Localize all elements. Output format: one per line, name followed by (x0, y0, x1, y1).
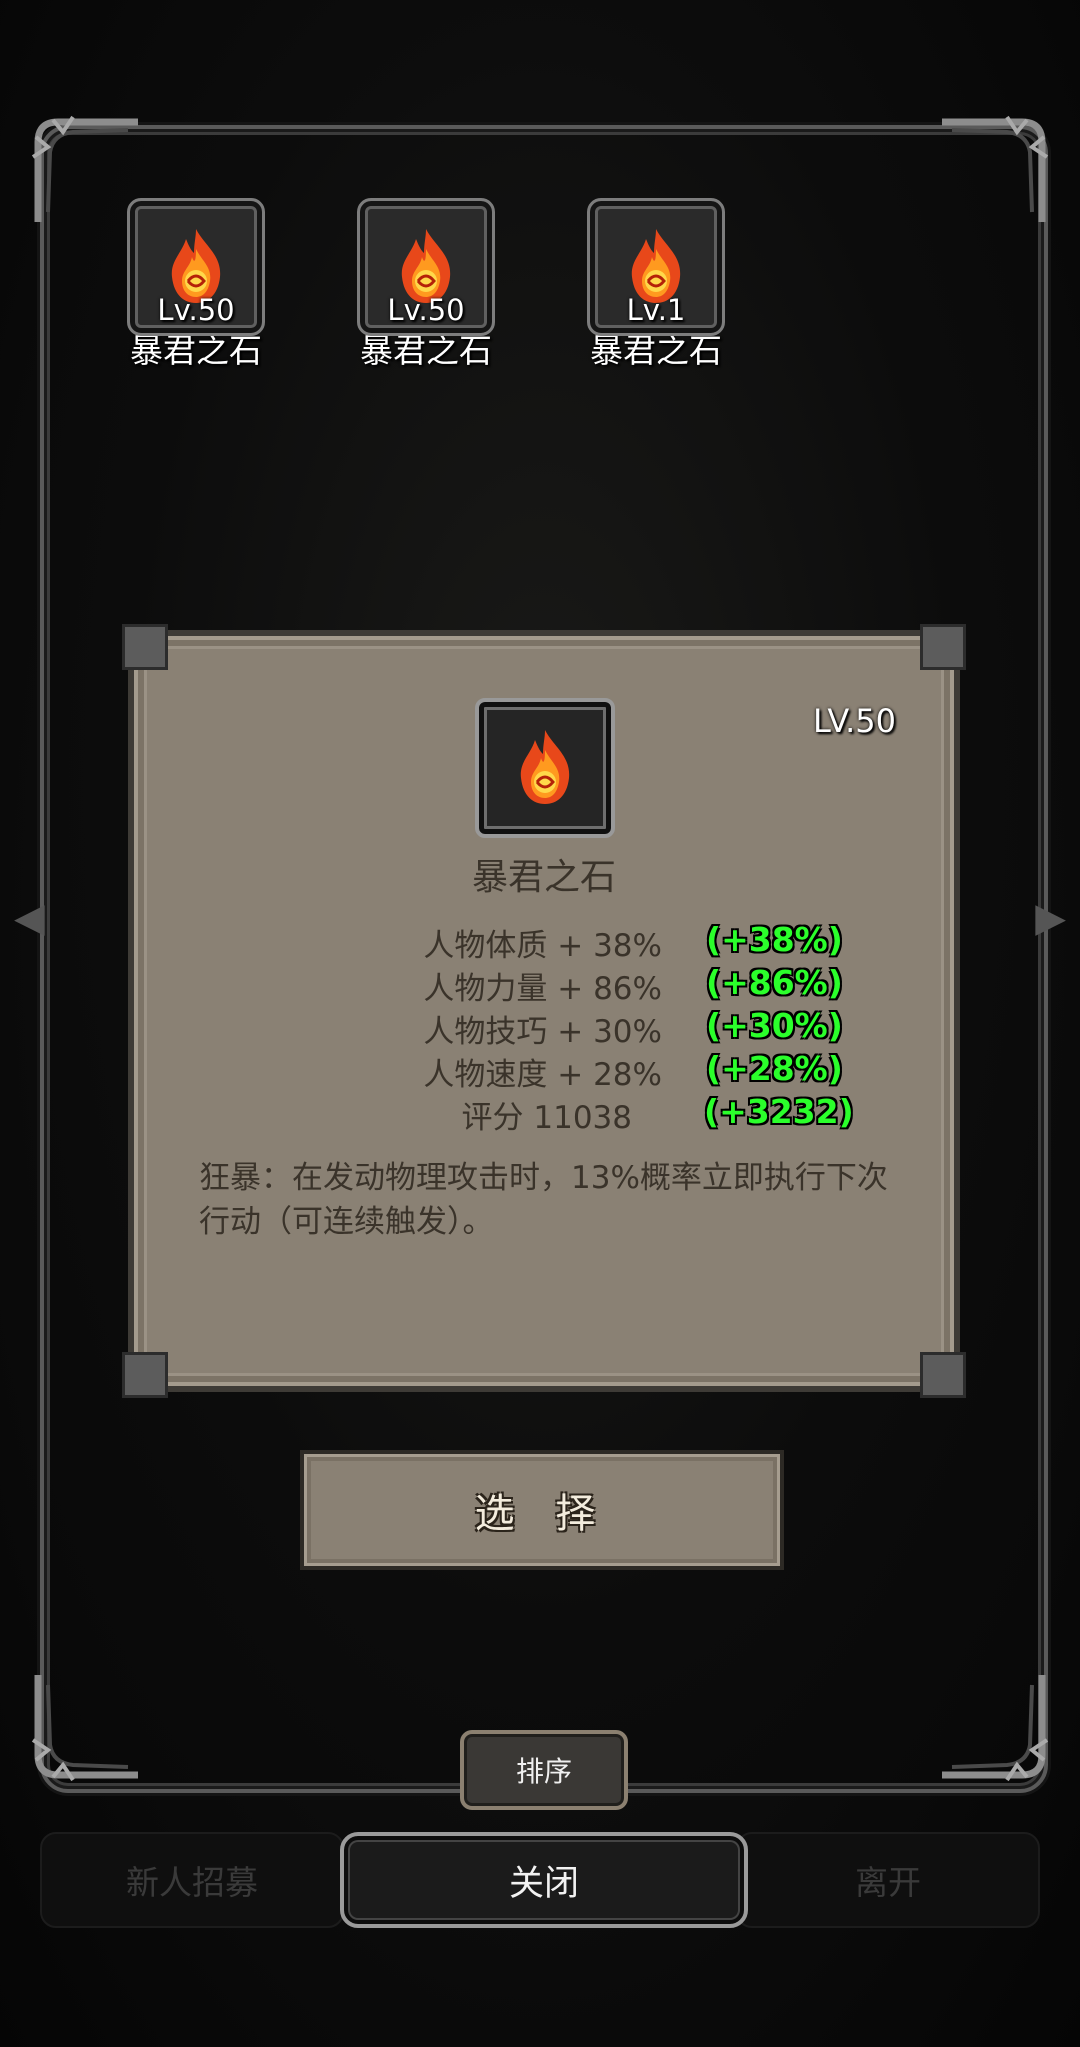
detail-level: LV.50 (813, 702, 896, 740)
item-slot-frame: Lv.50 (357, 198, 495, 336)
stat-label: 人物技巧 + 30% (423, 1014, 662, 1050)
frame-corner-ornament (28, 1665, 148, 1785)
stat-row: 人物力量 + 86% (+86%) (134, 963, 954, 1007)
close-button-label: 关闭 (508, 1863, 579, 1904)
score-label: 评分 11038 (461, 1100, 632, 1136)
chevron-right-icon[interactable]: ▶ (1035, 895, 1066, 941)
bottom-bar: 新人招募 离开 关闭 (40, 1832, 1040, 1928)
sort-button-label: 排序 (515, 1755, 572, 1788)
stat-row: 评分 11038 (+3232) (134, 1092, 954, 1136)
sort-button[interactable]: 排序 (460, 1730, 628, 1810)
frame-corner-ornament (932, 112, 1052, 232)
item-slot-frame: Lv.1 (587, 198, 725, 336)
stat-list: 人物体质 + 38% (+38%) 人物力量 + 86% (+86%) 人物技巧… (134, 920, 954, 1136)
detail-item-name: 暴君之石 (471, 857, 616, 898)
select-button[interactable]: 选 择 (300, 1450, 784, 1570)
item-slot[interactable]: Lv.50 暴君之石 (356, 198, 496, 372)
stat-row: 人物体质 + 38% (+38%) (134, 920, 954, 964)
panel-corner (122, 1352, 168, 1398)
item-level: Lv.50 (157, 293, 235, 327)
item-level: Lv.1 (626, 293, 686, 327)
stat-row: 人物速度 + 28% (+28%) (134, 1049, 954, 1093)
score-bonus: (+3232) (704, 1092, 854, 1131)
close-button[interactable]: 关闭 (340, 1832, 748, 1928)
select-button-label: 选 择 (474, 1491, 610, 1537)
stat-bonus: (+30%) (706, 1006, 843, 1045)
item-slot[interactable]: Lv.50 暴君之石 (126, 198, 266, 372)
flame-stone-icon (520, 730, 570, 804)
panel-corner (122, 624, 168, 670)
item-slot-frame: Lv.50 (127, 198, 265, 336)
recruit-button[interactable]: 新人招募 (40, 1832, 344, 1928)
skill-description: 狂暴：在发动物理攻击时，13%概率立即执行下次行动（可连续触发）。 (199, 1160, 888, 1240)
stat-label: 人物力量 + 86% (423, 971, 662, 1007)
chevron-left-icon[interactable]: ◀ (14, 895, 45, 941)
item-level: Lv.50 (387, 293, 465, 327)
stat-bonus: (+38%) (706, 920, 843, 959)
item-detail-panel: LV.50 暴君之石 人物体质 + 38% (+38%) 人物力量 + 86% … (122, 624, 966, 1398)
panel-corner (920, 624, 966, 670)
stat-row: 人物技巧 + 30% (+30%) (134, 1006, 954, 1050)
stat-label: 人物速度 + 28% (423, 1057, 662, 1093)
frame-corner-ornament (932, 1665, 1052, 1785)
detail-item-frame (475, 698, 615, 838)
stat-label: 人物体质 + 38% (423, 928, 662, 964)
stat-bonus: (+86%) (706, 963, 843, 1002)
stat-bonus: (+28%) (706, 1049, 843, 1088)
item-slot[interactable]: Lv.1 暴君之石 (586, 198, 726, 372)
leave-button[interactable]: 离开 (736, 1832, 1040, 1928)
panel-corner (920, 1352, 966, 1398)
